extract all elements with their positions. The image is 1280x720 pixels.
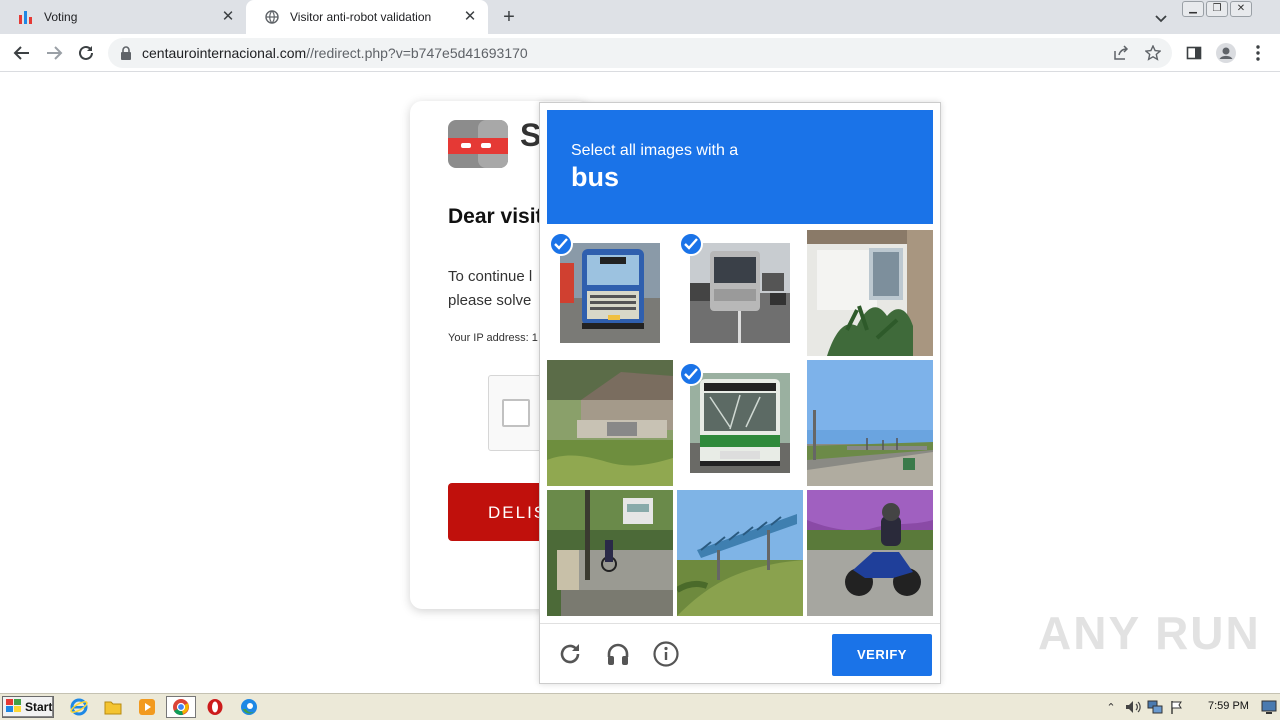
restore-icon[interactable]: ❐ — [1206, 1, 1228, 17]
close-window-icon[interactable]: ✕ — [1230, 1, 1252, 17]
page-heading: Dear visit — [448, 205, 543, 228]
window-controls: ▁ ❐ ✕ — [1182, 1, 1252, 17]
tab-title: Visitor anti-robot validation — [290, 10, 432, 24]
challenge-instruction: Select all images with a — [571, 142, 739, 159]
instructions-line-1: To continue l — [448, 268, 533, 285]
address-bar[interactable]: centaurointernacional.com//redirect.php?… — [108, 38, 1172, 68]
motorcycle-tile[interactable] — [807, 490, 933, 616]
minimize-icon[interactable]: ▁ — [1182, 1, 1204, 17]
lock-icon — [120, 46, 132, 60]
bookmark-star-icon[interactable] — [1144, 44, 1162, 62]
browser-toolbar: centaurointernacional.com//redirect.php?… — [0, 34, 1280, 72]
tab-strip: Voting ✕ Visitor anti-robot validation ✕… — [0, 0, 1280, 34]
instructions-line-2: please solve — [448, 292, 532, 309]
start-button[interactable]: Start — [2, 696, 54, 718]
network-icon[interactable] — [1146, 699, 1164, 715]
screen: Voting ✕ Visitor anti-robot validation ✕… — [0, 0, 1280, 720]
challenge-header: Select all images with a bus — [547, 110, 933, 224]
chrome-icon[interactable] — [166, 696, 196, 718]
back-icon[interactable] — [10, 41, 34, 65]
new-tab-icon[interactable]: + — [498, 7, 520, 29]
ie-icon[interactable] — [68, 697, 90, 717]
instructions-text: To continue l please solve — [448, 265, 532, 313]
tile-image — [690, 243, 790, 343]
green-bus-tile[interactable] — [677, 360, 803, 486]
forward-icon[interactable] — [42, 41, 66, 65]
challenge-footer: VERIFY — [540, 623, 940, 683]
flag-icon[interactable] — [1168, 699, 1186, 715]
audio-icon[interactable] — [604, 640, 632, 668]
url-text: centaurointernacional.com//redirect.php?… — [142, 45, 528, 61]
reload-icon[interactable] — [556, 640, 584, 668]
tray-expand-icon[interactable]: ⌃ — [1102, 699, 1120, 715]
chart-favicon-icon — [18, 9, 34, 25]
challenge-target: bus — [571, 162, 620, 192]
media-player-icon[interactable] — [136, 697, 158, 717]
system-tray: ⌃ — [1102, 696, 1278, 718]
ninja-logo-icon — [448, 120, 514, 168]
tile-image — [690, 373, 790, 473]
street-bike-tile[interactable] — [547, 490, 673, 616]
taskbar: Start ⌃ 7:59 PM — [0, 693, 1280, 720]
info-icon[interactable] — [652, 640, 680, 668]
start-label: Start — [25, 700, 53, 714]
captcha-checkbox[interactable] — [502, 399, 530, 427]
side-panel-icon[interactable] — [1184, 43, 1204, 63]
share-icon[interactable] — [1112, 44, 1130, 62]
url-path: //redirect.php?v=b747e5d41693170 — [306, 45, 528, 61]
captcha-challenge: Select all images with a bus VERIFY — [539, 102, 941, 684]
windows-logo-icon — [6, 698, 22, 716]
taskbar-clock: 7:59 PM — [1208, 700, 1249, 712]
tile-image — [560, 243, 660, 343]
reload-page-icon[interactable] — [74, 41, 98, 65]
bus-road-tile[interactable] — [677, 230, 803, 356]
tab-visitor-validation[interactable]: Visitor anti-robot validation ✕ — [246, 0, 488, 34]
shed-field-tile[interactable] — [547, 360, 673, 486]
opera-icon[interactable] — [204, 697, 226, 717]
tab-close-icon[interactable]: ✕ — [220, 9, 236, 25]
check-icon — [679, 232, 703, 256]
anyrun-watermark: ANY RUN — [1038, 607, 1261, 659]
tab-search-chevron-icon[interactable] — [1151, 8, 1171, 28]
ip-address-label: Your IP address: 1 — [448, 332, 538, 344]
house-porch-tile[interactable] — [807, 230, 933, 356]
check-icon — [549, 232, 573, 256]
verify-button[interactable]: VERIFY — [832, 634, 932, 676]
globe-favicon-icon — [264, 9, 280, 25]
bus-front-tile[interactable] — [547, 230, 673, 356]
bridge-tile[interactable] — [677, 490, 803, 616]
show-desktop-icon[interactable] — [1258, 697, 1280, 717]
edge-icon[interactable] — [238, 697, 260, 717]
tab-voting[interactable]: Voting ✕ — [0, 0, 246, 34]
folder-icon[interactable] — [102, 697, 124, 717]
profile-avatar-icon[interactable] — [1216, 43, 1236, 63]
url-host: centaurointernacional.com — [142, 45, 307, 61]
highway-sky-tile[interactable] — [807, 360, 933, 486]
volume-icon[interactable] — [1124, 699, 1142, 715]
tab-title: Voting — [44, 10, 78, 24]
check-icon — [679, 362, 703, 386]
tab-close-icon[interactable]: ✕ — [462, 9, 478, 25]
kebab-menu-icon[interactable] — [1248, 43, 1268, 63]
